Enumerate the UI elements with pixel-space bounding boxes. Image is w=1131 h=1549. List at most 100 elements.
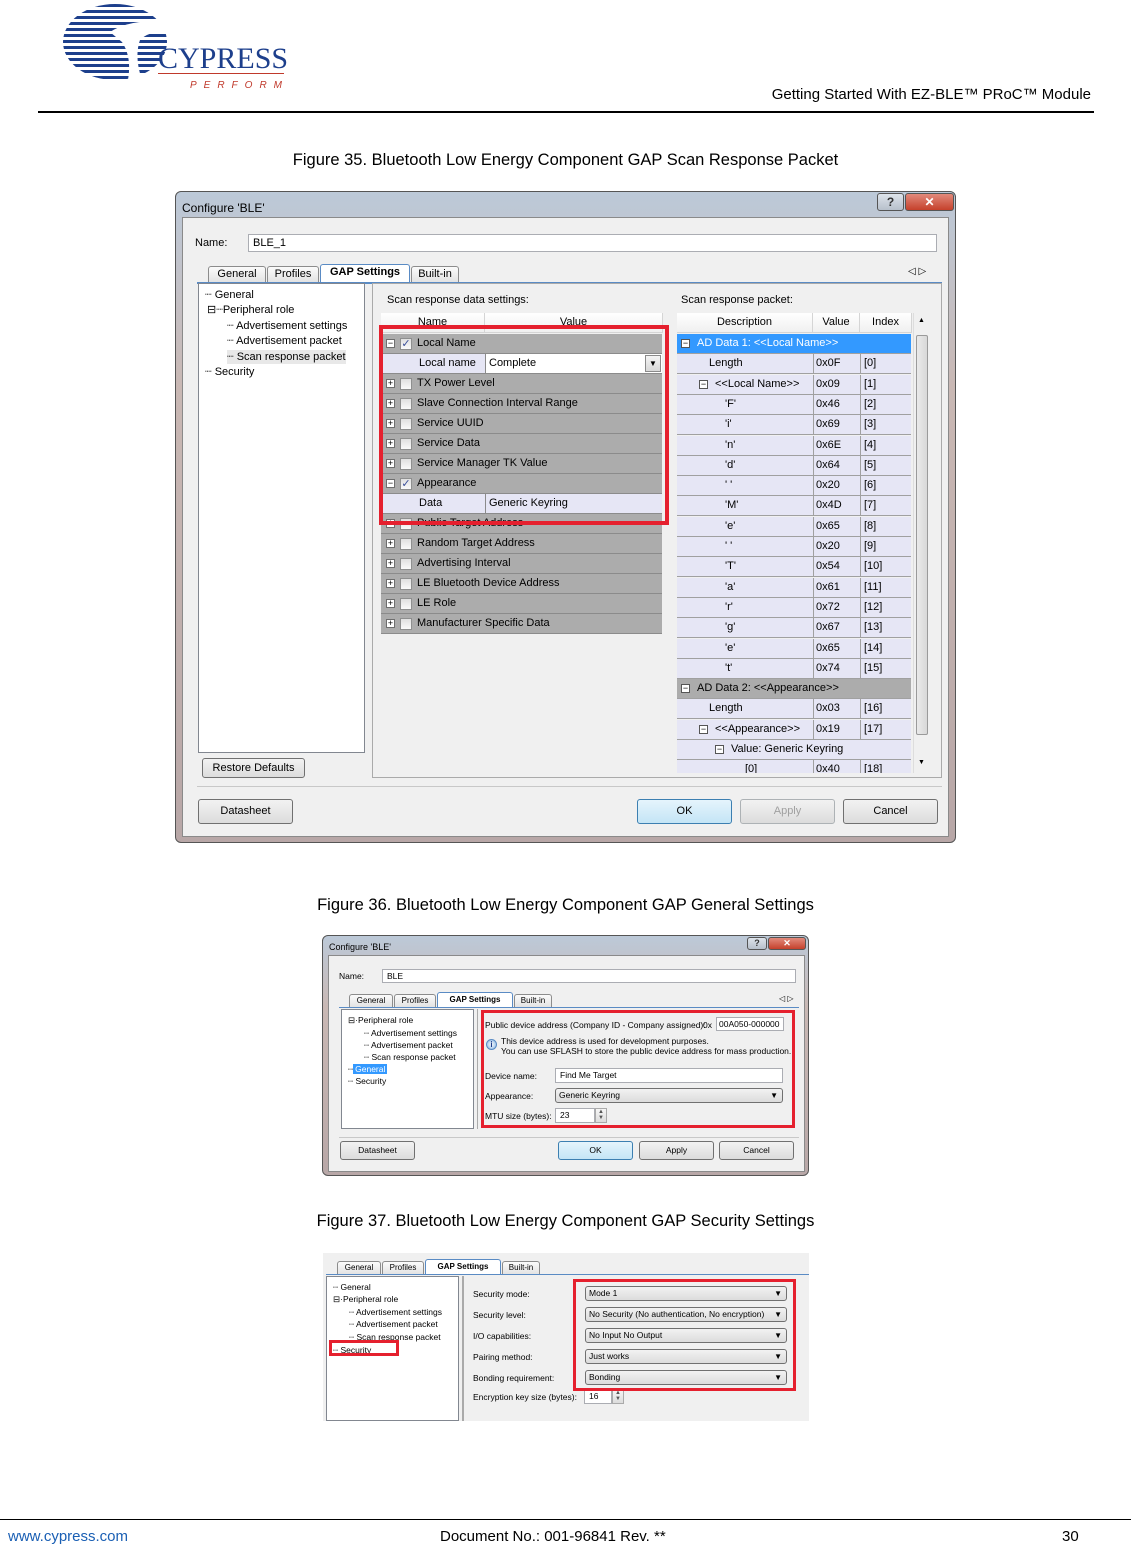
grid-row[interactable]: + Manufacturer Specific Data <box>381 614 662 634</box>
security-field-select[interactable]: Just works ▼ <box>585 1349 787 1364</box>
collapse-icon[interactable]: − <box>386 339 395 348</box>
tab-built-in[interactable]: Built-in <box>502 1261 540 1274</box>
include-checkbox[interactable]: ✓ <box>400 338 412 350</box>
footer-website-link[interactable]: www.cypress.com <box>8 1528 128 1545</box>
packet-group-row[interactable]: − AD Data 2: <<Appearance>> <box>677 679 911 700</box>
apply-button[interactable]: Apply <box>740 799 835 824</box>
tree-item-scan-response-packet[interactable]: ┈ Scan response packet <box>227 350 346 364</box>
mtu-size-stepper[interactable]: ▲ ▼ <box>595 1108 607 1123</box>
cancel-button[interactable]: Cancel <box>843 799 938 824</box>
packet-group-row[interactable]: − AD Data 1: <<Local Name>> <box>677 334 911 354</box>
ok-button[interactable]: OK <box>637 799 732 824</box>
grid-row[interactable]: + Service Data <box>381 434 662 454</box>
grid-row[interactable]: + LE Bluetooth Device Address <box>381 574 662 594</box>
include-checkbox[interactable] <box>400 598 412 610</box>
collapse-icon[interactable]: − <box>386 479 395 488</box>
security-field-select[interactable]: No Security (No authentication, No encry… <box>585 1307 787 1322</box>
packet-row[interactable]: 'i' 0x69 [3] <box>677 415 911 436</box>
include-checkbox[interactable] <box>400 458 412 470</box>
tab-profiles[interactable]: Profiles <box>382 1261 424 1274</box>
grid-row[interactable]: + Advertising Interval <box>381 554 662 574</box>
expand-icon[interactable]: + <box>386 599 395 608</box>
expand-icon[interactable]: + <box>386 459 395 468</box>
tree-item-advertisement-packet[interactable]: ┈ Advertisement packet <box>227 334 342 348</box>
collapse-icon[interactable]: − <box>699 724 708 734</box>
include-checkbox[interactable] <box>400 438 412 450</box>
appearance-select[interactable]: Generic Keyring ▼ <box>555 1088 783 1103</box>
packet-row[interactable]: 'e' 0x65 [8] <box>677 516 911 537</box>
grid-subrow-value[interactable]: Generic Keyring <box>485 494 662 513</box>
grid-row[interactable]: + Public Target Address <box>381 514 662 534</box>
expand-icon[interactable]: + <box>386 519 395 528</box>
packet-row[interactable]: ' ' 0x20 [9] <box>677 537 911 557</box>
close-button[interactable]: ✕ <box>905 193 954 211</box>
expand-icon[interactable]: + <box>386 539 395 548</box>
packet-row[interactable]: 'd' 0x64 [5] <box>677 455 911 476</box>
expand-icon[interactable]: + <box>386 379 395 388</box>
security-field-select[interactable]: No Input No Output ▼ <box>585 1328 787 1343</box>
packet-scrollbar[interactable]: ▲ ▼ <box>913 313 929 773</box>
collapse-icon[interactable]: − <box>681 339 690 348</box>
tab-profiles[interactable]: Profiles <box>267 266 319 282</box>
tree-item-advertisement-settings[interactable]: ┈ Advertisement settings <box>227 319 347 333</box>
tree-item-security[interactable]: ┈ Security <box>348 1074 386 1088</box>
expand-icon[interactable]: + <box>386 579 395 588</box>
help-button[interactable]: ? <box>747 937 767 950</box>
scroll-thumb[interactable] <box>916 335 928 735</box>
packet-row[interactable]: − <<Appearance>> 0x19 [17] <box>677 719 911 740</box>
close-button[interactable]: ✕ <box>768 937 806 950</box>
security-field-select[interactable]: Mode 1 ▼ <box>585 1286 787 1301</box>
grid-row[interactable]: − ✓ Local Name <box>381 334 662 354</box>
include-checkbox[interactable] <box>400 538 412 550</box>
cancel-button[interactable]: Cancel <box>719 1141 794 1160</box>
tab-gap-settings[interactable]: GAP Settings <box>320 264 410 282</box>
restore-defaults-button[interactable]: Restore Defaults <box>202 758 305 778</box>
expand-icon[interactable]: + <box>386 419 395 428</box>
scroll-down-icon[interactable]: ▼ <box>918 759 925 766</box>
security-field-select[interactable]: Bonding ▼ <box>585 1370 787 1385</box>
include-checkbox[interactable] <box>400 578 412 590</box>
grid-row[interactable]: + Random Target Address <box>381 534 662 554</box>
packet-row[interactable]: Length 0x03 [16] <box>677 699 911 720</box>
scroll-up-icon[interactable]: ▲ <box>918 317 925 324</box>
tab-built-in[interactable]: Built-in <box>514 994 552 1007</box>
packet-row[interactable]: [0] 0x40 [18] <box>677 760 911 773</box>
include-checkbox[interactable]: ✓ <box>400 478 412 490</box>
expand-icon[interactable]: + <box>386 559 395 568</box>
mtu-size-input[interactable]: 23 <box>555 1108 595 1123</box>
public-address-input[interactable]: 00A050-000000 <box>716 1017 784 1031</box>
packet-row[interactable]: 'n' 0x6E [4] <box>677 435 911 456</box>
include-checkbox[interactable] <box>400 518 412 530</box>
grid-row[interactable]: + Service UUID <box>381 414 662 434</box>
device-name-input[interactable]: Find Me Target <box>555 1068 783 1083</box>
expand-icon[interactable]: + <box>386 439 395 448</box>
packet-row[interactable]: 't' 0x74 [15] <box>677 658 911 679</box>
datasheet-button[interactable]: Datasheet <box>340 1141 415 1160</box>
packet-row[interactable]: − <<Local Name>> 0x09 [1] <box>677 374 911 395</box>
tree-item-peripheral-role[interactable]: ⊟·Peripheral role <box>333 1292 398 1306</box>
grid-subrow[interactable]: Local name Complete ▼ <box>381 354 662 374</box>
collapse-icon[interactable]: − <box>715 745 724 754</box>
name-input[interactable]: BLE_1 <box>248 234 937 252</box>
packet-row[interactable]: ' ' 0x20 [6] <box>677 476 911 497</box>
packet-row[interactable]: 'g' 0x67 [13] <box>677 618 911 639</box>
dropdown-arrow-icon[interactable]: ▼ <box>645 355 661 372</box>
grid-row[interactable]: + LE Role <box>381 594 662 614</box>
include-checkbox[interactable] <box>400 418 412 430</box>
ok-button[interactable]: OK <box>558 1141 633 1160</box>
datasheet-button[interactable]: Datasheet <box>198 799 293 824</box>
tree-item-advertisement-packet[interactable]: ┈ Advertisement packet <box>349 1317 438 1331</box>
expand-icon[interactable]: + <box>386 399 395 408</box>
tab-scroll-arrows-icon[interactable]: ◁ ▷ <box>779 994 794 1003</box>
packet-row[interactable]: Length 0x0F [0] <box>677 354 911 375</box>
tab-profiles[interactable]: Profiles <box>394 994 436 1007</box>
collapse-icon[interactable]: − <box>699 379 708 389</box>
grid-row[interactable]: + TX Power Level <box>381 374 662 394</box>
encryption-key-size-input[interactable]: 16 <box>584 1389 612 1404</box>
tab-gap-settings[interactable]: GAP Settings <box>437 992 513 1007</box>
expand-icon[interactable]: + <box>386 619 395 628</box>
tree-item-peripheral-role[interactable]: ⊟·Peripheral role <box>348 1013 413 1027</box>
packet-row[interactable]: 'T' 0x54 [10] <box>677 557 911 578</box>
help-button[interactable]: ? <box>877 193 904 211</box>
tree-item-scan-response-packet[interactable]: ┈ Scan response packet <box>349 1330 441 1344</box>
